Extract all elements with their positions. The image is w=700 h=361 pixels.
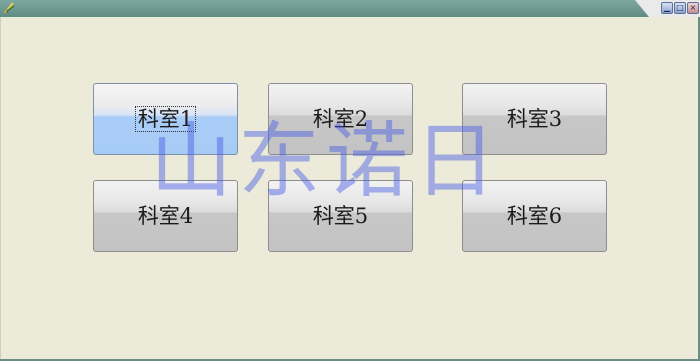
title-bar[interactable]: ▁ □ ×	[0, 0, 700, 17]
title-bar-controls-area: ▁ □ ×	[635, 0, 700, 17]
app-window: ▁ □ × 科室1 科室2 科室3 科室4 科室5 科室6 山东诺日	[0, 0, 700, 361]
app-feather-icon	[4, 2, 15, 14]
minimize-icon[interactable]: ▁	[661, 2, 673, 14]
close-icon[interactable]: ×	[687, 2, 699, 14]
department-3-button[interactable]: 科室3	[462, 83, 607, 155]
department-5-label: 科室5	[312, 204, 369, 228]
department-2-label: 科室2	[312, 107, 369, 131]
department-1-label: 科室1	[134, 106, 197, 132]
maximize-icon[interactable]: □	[674, 2, 686, 14]
department-6-label: 科室6	[506, 204, 563, 228]
department-2-button[interactable]: 科室2	[268, 83, 413, 155]
department-1-button[interactable]: 科室1	[93, 83, 238, 155]
department-6-button[interactable]: 科室6	[462, 180, 607, 252]
department-4-button[interactable]: 科室4	[93, 180, 238, 252]
client-area: 科室1 科室2 科室3 科室4 科室5 科室6	[0, 17, 700, 359]
department-4-label: 科室4	[137, 204, 194, 228]
department-3-label: 科室3	[506, 107, 563, 131]
department-5-button[interactable]: 科室5	[268, 180, 413, 252]
